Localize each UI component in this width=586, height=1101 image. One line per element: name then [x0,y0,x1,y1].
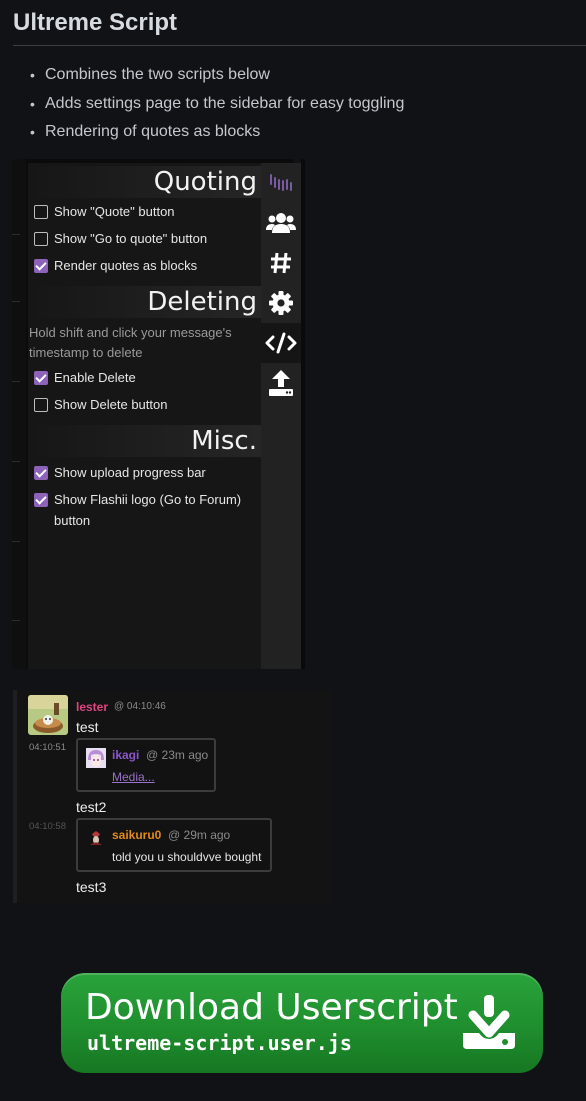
users-icon[interactable] [261,203,301,243]
page-title: Ultreme Script [13,9,178,36]
chat-message: test2 [76,799,107,815]
option-show-quote-button[interactable]: Show "Quote" button [34,201,175,222]
delete-hint: Hold shift and click your message's time… [29,325,232,360]
quote-username[interactable]: ikagi [112,748,139,762]
quote-block[interactable]: saikuru0 @ 29m ago told you u shouldvve … [76,818,272,872]
flashii-logo-icon[interactable] [261,163,301,203]
left-rail [12,159,26,669]
section-header-misc: Misc. [28,425,261,457]
option-render-quotes-as-blocks[interactable]: Render quotes as blocks [34,255,197,276]
download-userscript-button[interactable]: Download Userscript ultreme-script.user.… [61,973,543,1073]
panel-edge [301,159,305,669]
section-header-quoting: Quoting [28,166,261,198]
gear-icon[interactable] [261,283,301,323]
rail-tick [12,620,20,621]
chat-left-bar [13,690,17,903]
rail-tick [12,461,20,462]
title-divider [13,45,586,46]
chat-message: test3 [76,879,107,895]
download-icon [463,995,515,1049]
quote-block[interactable]: ikagi @ 23m ago Media... [76,738,216,792]
checkbox[interactable] [34,398,48,412]
checkbox-checked[interactable] [34,466,48,480]
avatar [28,695,68,735]
quote-time: @ 29m ago [168,828,231,842]
rail-tick [12,234,20,235]
settings-panel-screenshot: Quoting Show "Quote" button Show "Go to … [12,159,305,669]
section-header-deleting: Deleting [28,286,261,318]
quote-avatar [86,748,106,768]
option-show-upload-progress-bar[interactable]: Show upload progress bar [34,462,206,483]
chat-username[interactable]: lester [76,700,108,714]
chat-message: test [76,719,99,735]
quote-time: @ 23m ago [146,748,209,762]
media-link[interactable]: Media... [112,770,155,784]
chat-screenshot: lester @ 04:10:46 test 04:10:51 ikagi @ … [13,690,332,903]
checkbox[interactable] [34,232,48,246]
option-show-delete-button[interactable]: Show Delete button [34,394,167,415]
hashtag-icon[interactable] [261,243,301,283]
option-show-flashii-logo-button[interactable]: Show Flashii logo (Go to Forum) button [34,489,254,531]
list-item: • Rendering of quotes as blocks [30,123,261,140]
rail-tick [12,541,20,542]
message-timestamp[interactable]: 04:10:51 [29,742,66,753]
rail-tick [12,301,20,302]
chat-timestamp[interactable]: @ 04:10:46 [114,701,166,712]
option-show-go-to-quote-button[interactable]: Show "Go to quote" button [34,228,207,249]
download-filename: ultreme-script.user.js [87,1031,352,1055]
checkbox[interactable] [34,205,48,219]
quote-avatar [86,828,106,848]
quote-username[interactable]: saikuru0 [112,828,161,842]
settings-content: Quoting Show "Quote" button Show "Go to … [28,163,261,669]
quote-text: told you u shouldvve bought [112,850,262,864]
upload-icon[interactable] [261,363,301,403]
checkbox-checked[interactable] [34,371,48,385]
code-icon[interactable] [261,323,301,363]
download-label: Download Userscript [85,987,458,1028]
list-item: • Combines the two scripts below [30,66,270,83]
checkbox-checked[interactable] [34,259,48,273]
chat-sidebar [261,163,301,669]
list-item: • Adds settings page to the sidebar for e… [30,94,405,112]
message-timestamp[interactable]: 04:10:58 [29,821,66,832]
rail-tick [12,381,20,382]
checkbox-checked[interactable] [34,493,48,507]
feature-list: • Combines the two scripts below • Adds se… [30,64,404,150]
option-enable-delete[interactable]: Enable Delete [34,367,136,388]
